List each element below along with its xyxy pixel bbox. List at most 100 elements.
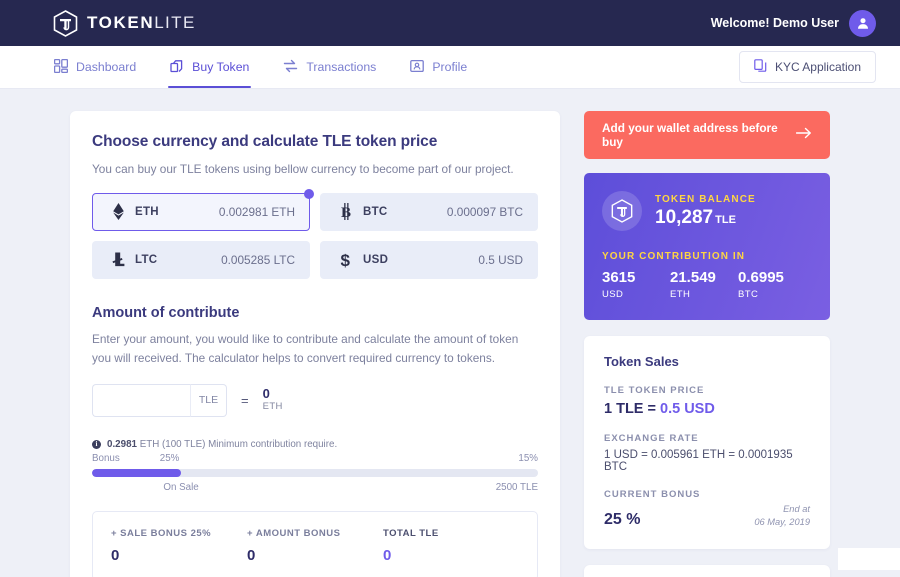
main-navbar: Dashboard Buy Token Transactions Profile…: [0, 46, 900, 89]
balance-unit: TLE: [715, 213, 736, 226]
current-bonus-row: 25 % End at 06 May, 2019: [604, 503, 810, 529]
contribution-unit: USD: [602, 289, 624, 300]
contribution-eth: 21.549 ETH: [670, 269, 738, 300]
token-sales-card: Token Sales TLE TOKEN PRICE 1 TLE = 0.5 …: [584, 336, 830, 550]
currency-code: ETH: [135, 205, 159, 218]
amount-input-suffix: TLE: [190, 383, 227, 417]
nav-items: Dashboard Buy Token Transactions Profile: [52, 46, 469, 88]
contribution-unit: ETH: [670, 289, 691, 300]
brand-name: TOKENLITE: [87, 13, 196, 33]
bonus-right-percent: 15%: [518, 452, 538, 464]
currency-option-btc[interactable]: B BTC 0.000097 BTC: [320, 192, 538, 231]
currency-option-usd[interactable]: $ USD 0.5 USD: [320, 240, 538, 279]
sale-progress-bar: [92, 468, 538, 477]
bonus-end-at: End at 06 May, 2019: [754, 503, 810, 529]
buy-token-card: Choose currency and calculate TLE token …: [70, 111, 560, 577]
tle-token-price-value: 1 TLE = 0.5 USD: [604, 401, 810, 417]
total-label: TOTAL TLE: [383, 527, 439, 539]
currency-code: LTC: [135, 253, 158, 266]
nav-label: Profile: [432, 60, 468, 74]
svg-text:B: B: [341, 205, 351, 220]
currency-option-eth[interactable]: ETH 0.002981 ETH: [92, 188, 314, 231]
brand-lite: LITE: [154, 13, 196, 32]
contribution-label: YOUR CONTRIBUTION IN: [602, 251, 746, 262]
contribution-amount: 0.6995: [738, 269, 784, 286]
grid-dashboard-icon: [53, 58, 69, 76]
svg-text:$: $: [341, 251, 351, 269]
selected-dot-indicator: [304, 188, 314, 199]
kyc-label: KYC Application: [774, 60, 861, 74]
page-subtitle: You can buy our TLE tokens using bellow …: [92, 162, 514, 176]
currency-code: USD: [363, 253, 389, 266]
calculator-row: TLE = 0 ETH: [92, 383, 538, 417]
end-at-date: 06 May, 2019: [754, 517, 810, 528]
on-sale-label: On Sale: [163, 481, 199, 493]
contribution-amount: 21.549: [670, 269, 716, 286]
contribution-btc: 0.6995 BTC: [738, 269, 806, 300]
page-title: Choose currency and calculate TLE token …: [92, 133, 438, 150]
wallet-alert-text: Add your wallet address before buy: [602, 121, 778, 149]
converted-number: 0: [262, 386, 270, 402]
stacked-coins-icon: [170, 59, 184, 76]
total-sale-bonus: + SALE BONUS 25% 0: [111, 528, 247, 564]
currency-value: 0.000097 BTC: [446, 204, 523, 219]
nav-item-buy-token[interactable]: Buy Token: [168, 46, 252, 88]
bitcoin-icon: B: [335, 203, 357, 221]
total-label: + SALE BONUS 25%: [111, 527, 212, 539]
sidebar-column: Add your wallet address before buy TOKEN…: [584, 111, 830, 577]
sale-progress-fill: [92, 468, 182, 477]
converted-amount: 0 ETH: [262, 386, 283, 413]
total-value: 0: [383, 546, 392, 564]
contribution-row: 3615 USD 21.549 ETH 0.6995 BTC: [602, 269, 812, 300]
info-icon: i: [92, 439, 101, 449]
total-label: + AMOUNT BONUS: [247, 527, 341, 539]
token-sales-title: Token Sales: [604, 354, 679, 369]
token-balance-card: TOKEN BALANCE 10,287 TLE YOUR CONTRIBUTIO…: [584, 173, 830, 320]
tle-token-price-label: TLE TOKEN PRICE: [604, 385, 705, 396]
balance-header: TOKEN BALANCE 10,287 TLE: [602, 191, 812, 231]
page-body: Choose currency and calculate TLE token …: [0, 89, 900, 577]
total-amount-bonus: + AMOUNT BONUS 0: [247, 528, 383, 564]
nav-label: Buy Token: [192, 60, 250, 74]
currency-code: BTC: [363, 205, 388, 218]
nav-item-transactions[interactable]: Transactions: [281, 46, 378, 88]
exchange-rate-label: EXCHANGE RATE: [604, 433, 699, 444]
nav-label: Transactions: [306, 60, 377, 74]
nav-right: KYC Application: [738, 46, 876, 88]
currency-value: 0.002981 ETH: [218, 204, 295, 219]
wallet-address-alert[interactable]: Add your wallet address before buy: [584, 111, 830, 159]
arrow-right-icon: [795, 126, 812, 144]
amount-input[interactable]: [92, 383, 190, 417]
token-balance-label: TOKEN BALANCE: [655, 193, 756, 205]
user-avatar-icon[interactable]: [849, 9, 876, 37]
price-prefix: 1 TLE =: [604, 401, 661, 417]
litecoin-icon: [107, 251, 129, 268]
min-note-text: ETH (100 TLE) Minimum contribution requi…: [139, 438, 338, 450]
balance-number: 10,287: [655, 206, 714, 228]
nav-item-profile[interactable]: Profile: [408, 46, 469, 88]
currency-value: 0.005285 LTC: [221, 252, 295, 267]
offscreen-panel-edge: [838, 548, 900, 570]
user-area[interactable]: Welcome! Demo User: [710, 9, 876, 37]
token-cube-icon: [602, 191, 642, 231]
price-amount: 0.5 USD: [660, 401, 715, 417]
amount-section-title: Amount of contribute: [92, 304, 240, 321]
currency-option-ltc[interactable]: LTC 0.005285 LTC: [92, 240, 310, 279]
currency-grid: ETH 0.002981 ETH B BTC 0.000097 BTC LTC …: [92, 188, 538, 279]
bonus-left-percent: 25%: [159, 452, 180, 464]
brand-logo[interactable]: TOKENLITE: [52, 9, 196, 37]
contribution-amount: 3615: [602, 269, 636, 286]
nav-item-dashboard[interactable]: Dashboard: [52, 46, 138, 88]
welcome-text: Welcome! Demo User: [710, 16, 839, 30]
kyc-application-button[interactable]: KYC Application: [738, 51, 876, 83]
token-sales-progress-card: Token Sales Progress: [584, 565, 830, 577]
converted-unit: ETH: [262, 401, 283, 413]
nav-label: Dashboard: [76, 60, 137, 74]
token-cube-icon: [52, 9, 78, 37]
totals-panel: + SALE BONUS 25% 0 + AMOUNT BONUS 0 TOTA…: [92, 510, 538, 577]
brand-token: TOKEN: [87, 13, 155, 32]
progress-footer-row: On Sale 2500 TLE: [92, 482, 538, 493]
ethereum-icon: [107, 203, 129, 221]
current-bonus-value: 25 %: [604, 511, 641, 529]
total-value: 0: [247, 546, 256, 564]
